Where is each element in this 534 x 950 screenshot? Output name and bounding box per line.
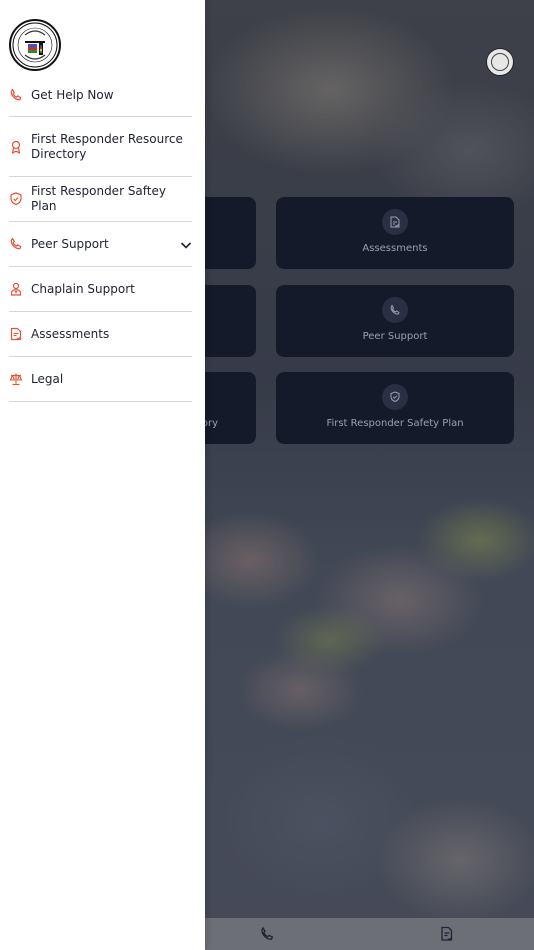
phone-icon [382, 297, 408, 323]
chaplain-person-icon [9, 282, 31, 296]
document-check-icon[interactable] [439, 926, 455, 942]
phone-icon [9, 88, 31, 102]
scales-icon [9, 372, 31, 386]
menu-item-resource-directory[interactable]: First Responder Resource Directory [9, 117, 192, 177]
safety-plan-card-label: First Responder Safety Plan [326, 418, 464, 429]
menu-item-chaplain-support[interactable]: Chaplain Support [9, 267, 192, 312]
menu-label: Peer Support [31, 236, 109, 251]
peer-support-card[interactable]: Peer Support [276, 285, 514, 357]
menu-item-peer-support[interactable]: Peer Support [9, 222, 192, 267]
menu-item-legal[interactable]: Legal [9, 357, 192, 402]
drawer-menu: Get Help Now First Responder Resource Di… [9, 74, 192, 402]
document-check-icon [382, 209, 408, 235]
assessments-card[interactable]: Assessments [276, 197, 514, 269]
document-check-icon [9, 327, 31, 341]
chevron-down-icon[interactable] [180, 239, 192, 249]
assessments-card-label: Assessments [362, 243, 428, 254]
menu-label: Get Help Now [31, 87, 114, 102]
peer-support-card-label: Peer Support [362, 331, 428, 342]
shield-check-icon [9, 192, 31, 206]
menu-item-get-help-now[interactable]: Get Help Now [9, 74, 192, 117]
menu-label: Assessments [31, 326, 110, 341]
menu-label: Chaplain Support [31, 281, 135, 296]
navigation-drawer: Get Help Now First Responder Resource Di… [0, 0, 205, 950]
phone-icon[interactable] [259, 926, 275, 942]
award-ribbon-icon [9, 140, 31, 154]
app-logo[interactable] [9, 19, 61, 71]
menu-item-assessments[interactable]: Assessments [9, 312, 192, 357]
menu-item-safety-plan[interactable]: First Responder Saftey Plan [9, 177, 192, 222]
menu-label: Legal [31, 371, 64, 386]
safety-plan-card[interactable]: First Responder Safety Plan [276, 372, 514, 444]
phone-icon [9, 237, 31, 251]
menu-label: First Responder Saftey Plan [31, 184, 166, 213]
shield-check-icon [382, 384, 408, 410]
header-logo[interactable] [486, 48, 514, 76]
menu-label: First Responder Resource Directory [31, 131, 183, 161]
